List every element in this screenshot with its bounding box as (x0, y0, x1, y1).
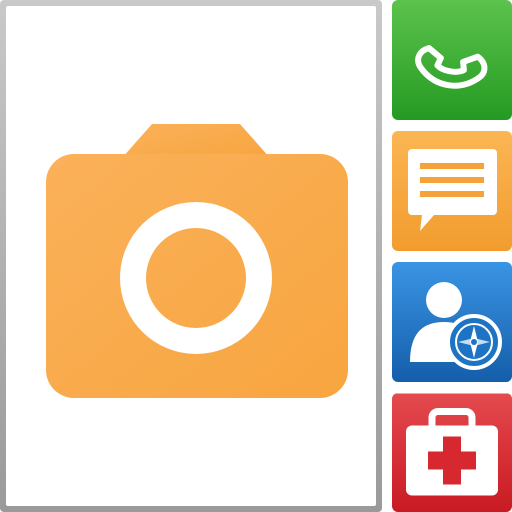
first-aid-kit-icon (392, 393, 512, 512)
tile-message[interactable] (392, 131, 512, 251)
tile-medical[interactable] (392, 393, 512, 512)
user-compass-icon (392, 262, 512, 382)
main-preview-card[interactable] (0, 0, 382, 512)
main-preview-surface (6, 6, 376, 506)
tile-phone[interactable] (392, 0, 512, 120)
app-launcher (0, 0, 512, 512)
chat-bubble-icon (392, 131, 512, 251)
tile-contacts[interactable] (392, 262, 512, 382)
camera-icon (46, 124, 348, 398)
phone-handset-icon (392, 0, 512, 120)
